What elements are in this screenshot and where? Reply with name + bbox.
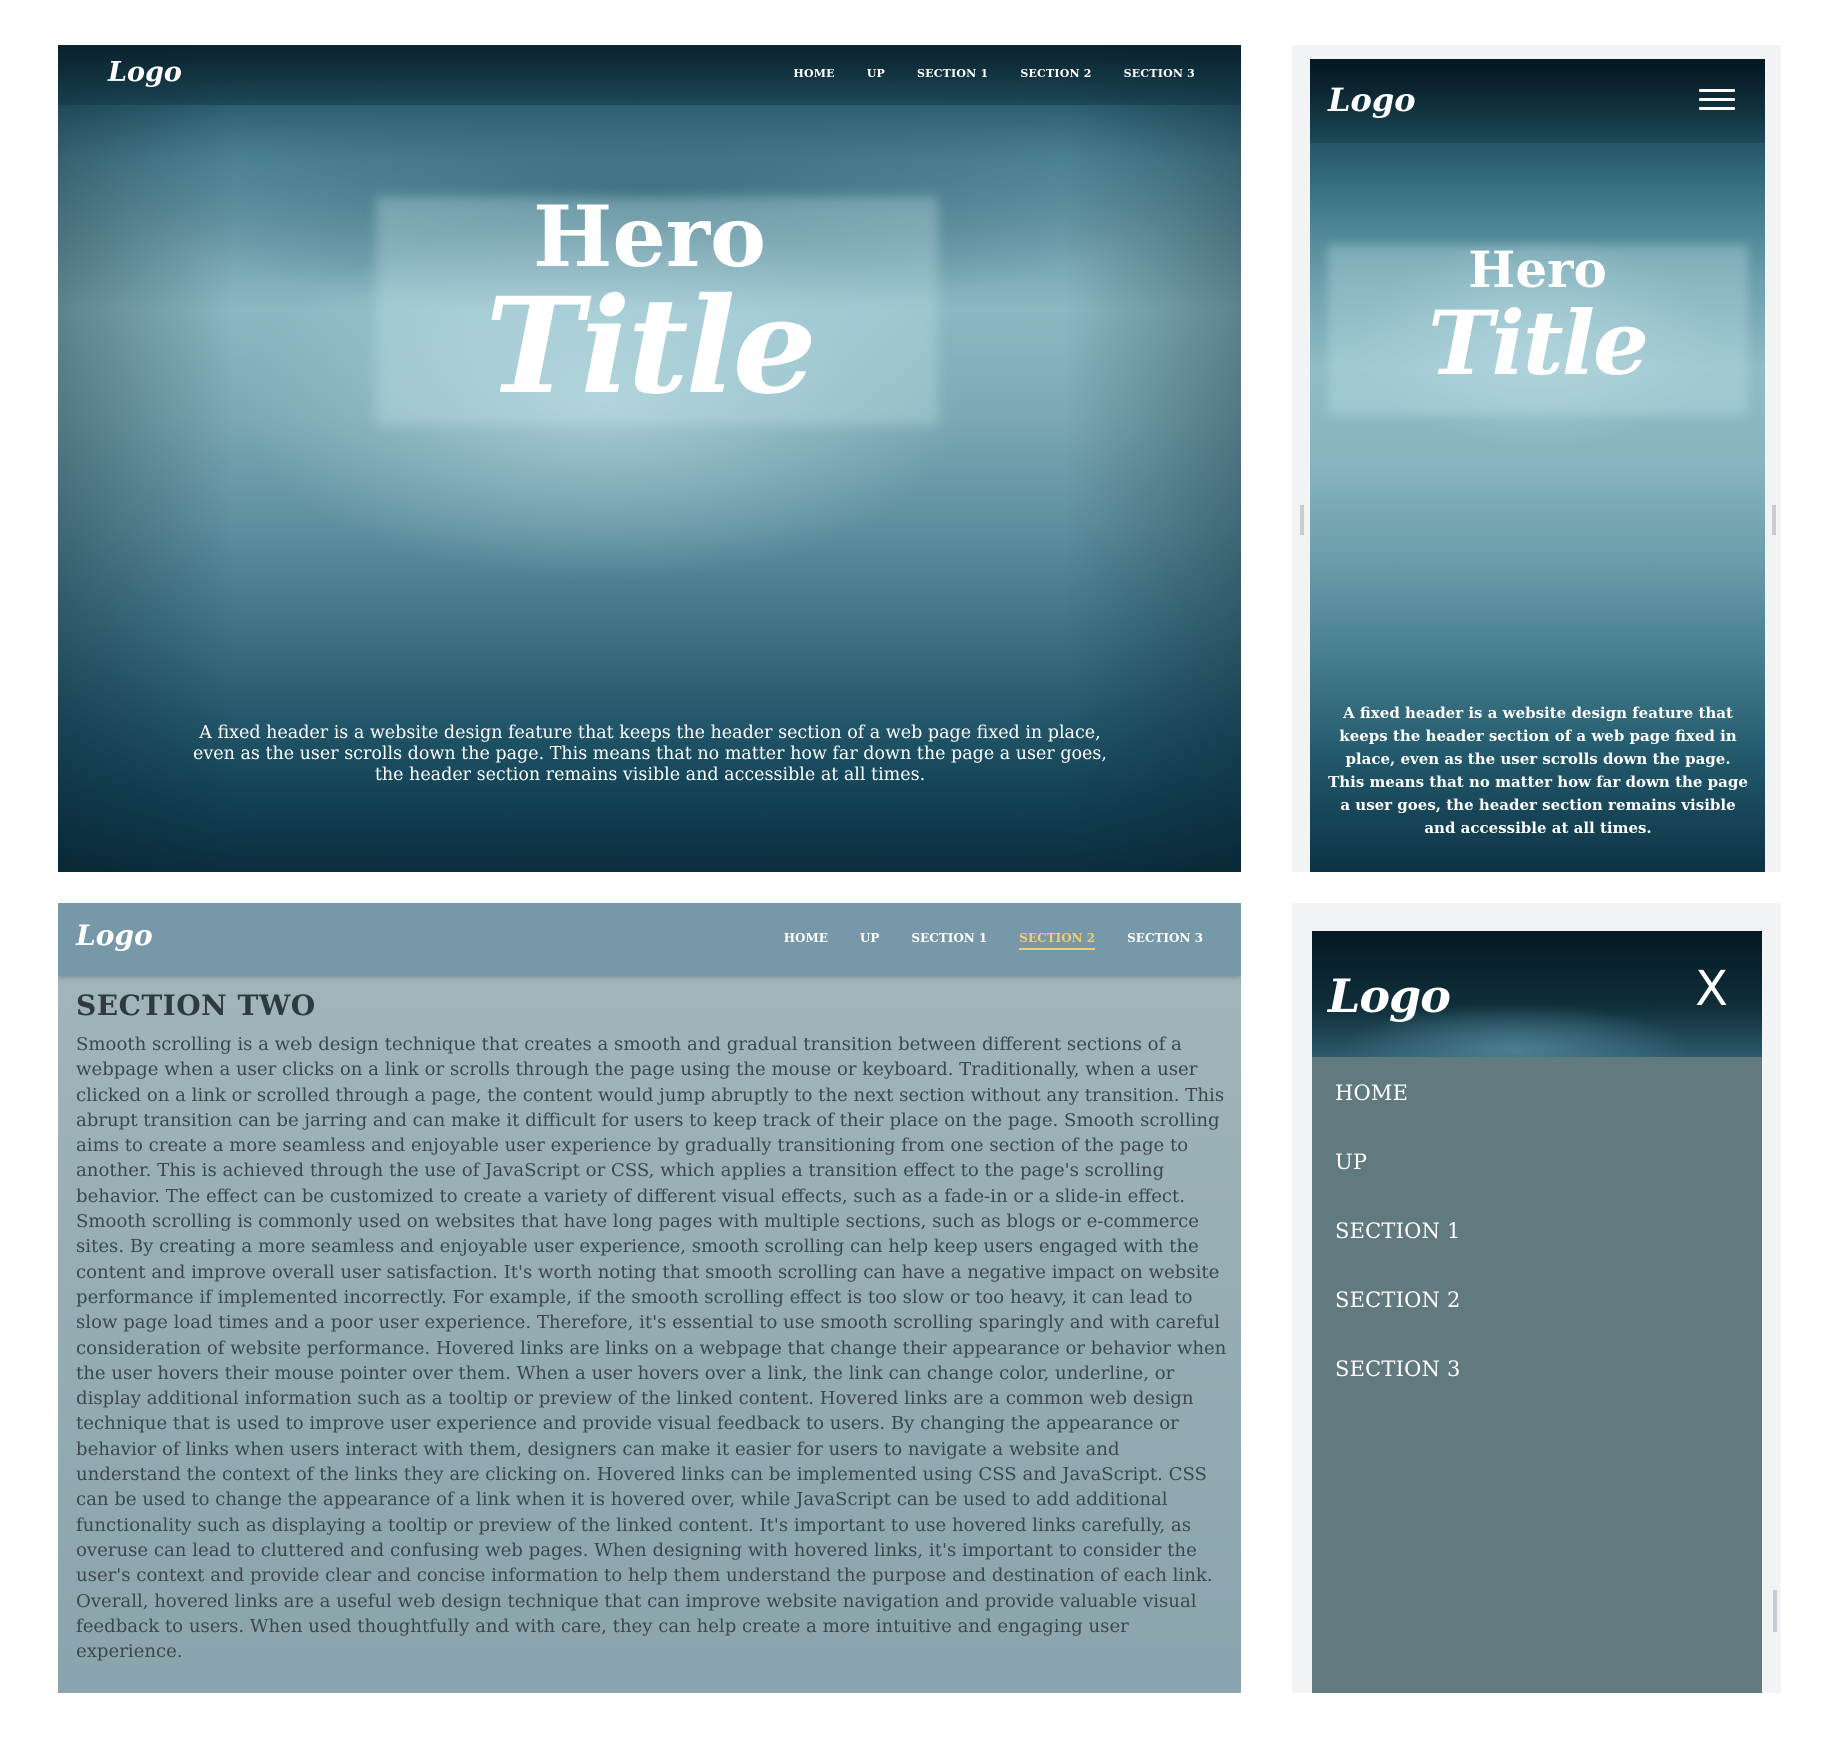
close-icon[interactable]: X (1695, 965, 1728, 1013)
logo[interactable]: Logo (76, 919, 153, 952)
nav-link-section-3[interactable]: SECTION 3 (1127, 931, 1203, 950)
fixed-header: Logo HOME UP SECTION 1 SECTION 2 SECTION… (58, 45, 1241, 105)
hero-description: A fixed header is a website design featu… (1328, 704, 1748, 837)
mobile-fixed-header: Logo X (1312, 931, 1762, 1057)
section-body-text: Smooth scrolling is a web design techniq… (76, 1034, 1227, 1663)
mobile-nav-link-home[interactable]: HOME (1335, 1081, 1461, 1150)
mobile-nav-menu: HOME UP SECTION 1 SECTION 2 SECTION 3 (1335, 1081, 1461, 1426)
hero-title-line-1: Hero (532, 187, 767, 286)
resize-handle-left[interactable] (1300, 505, 1304, 535)
nav-link-section-2[interactable]: SECTION 2 (1020, 67, 1091, 80)
logo[interactable]: Logo (108, 57, 182, 88)
hero-title-line-2: Title (485, 269, 816, 424)
mobile-menu-panel: Logo X HOME UP SECTION 1 SECTION 2 SECTI… (1312, 931, 1762, 1693)
section-heading: SECTION TWO (76, 989, 316, 1022)
nav-link-home[interactable]: HOME (793, 67, 834, 80)
fixed-header: Logo HOME UP SECTION 1 SECTION 2 SECTION… (58, 903, 1241, 976)
nav-menu: HOME UP SECTION 1 SECTION 2 SECTION 3 (793, 67, 1195, 80)
mobile-nav-link-section-2[interactable]: SECTION 2 (1335, 1288, 1461, 1357)
scrollbar-handle[interactable] (1773, 1590, 1777, 1632)
nav-link-up[interactable]: UP (867, 67, 885, 80)
hero-title-line-2: Title (1428, 291, 1649, 395)
nav-link-section-3[interactable]: SECTION 3 (1124, 67, 1195, 80)
nav-link-section-2-active[interactable]: SECTION 2 (1019, 931, 1096, 950)
nav-link-home[interactable]: HOME (784, 931, 828, 950)
nav-link-up[interactable]: UP (860, 931, 880, 950)
hamburger-menu-icon[interactable] (1699, 89, 1735, 111)
mobile-nav-link-section-3[interactable]: SECTION 3 (1335, 1357, 1461, 1426)
section-two-panel: Logo HOME UP SECTION 1 SECTION 2 SECTION… (58, 903, 1241, 1693)
desktop-hero-panel: Logo HOME UP SECTION 1 SECTION 2 SECTION… (58, 45, 1241, 872)
logo[interactable]: Logo (1328, 81, 1416, 119)
logo[interactable]: Logo (1328, 969, 1451, 1023)
hero-title-line-1: Hero (1468, 240, 1607, 299)
mobile-nav-link-up[interactable]: UP (1335, 1150, 1461, 1219)
mobile-hero-panel: Logo Hero Title A fixed header is a webs… (1310, 59, 1765, 872)
nav-link-section-1[interactable]: SECTION 1 (911, 931, 987, 950)
hero-description: A fixed header is a website design featu… (193, 723, 1107, 785)
resize-handle-right[interactable] (1772, 505, 1776, 535)
mobile-nav-link-section-1[interactable]: SECTION 1 (1335, 1219, 1461, 1288)
nav-link-section-1[interactable]: SECTION 1 (917, 67, 988, 80)
mobile-fixed-header: Logo (1310, 59, 1765, 143)
nav-menu: HOME UP SECTION 1 SECTION 2 SECTION 3 (784, 931, 1203, 950)
